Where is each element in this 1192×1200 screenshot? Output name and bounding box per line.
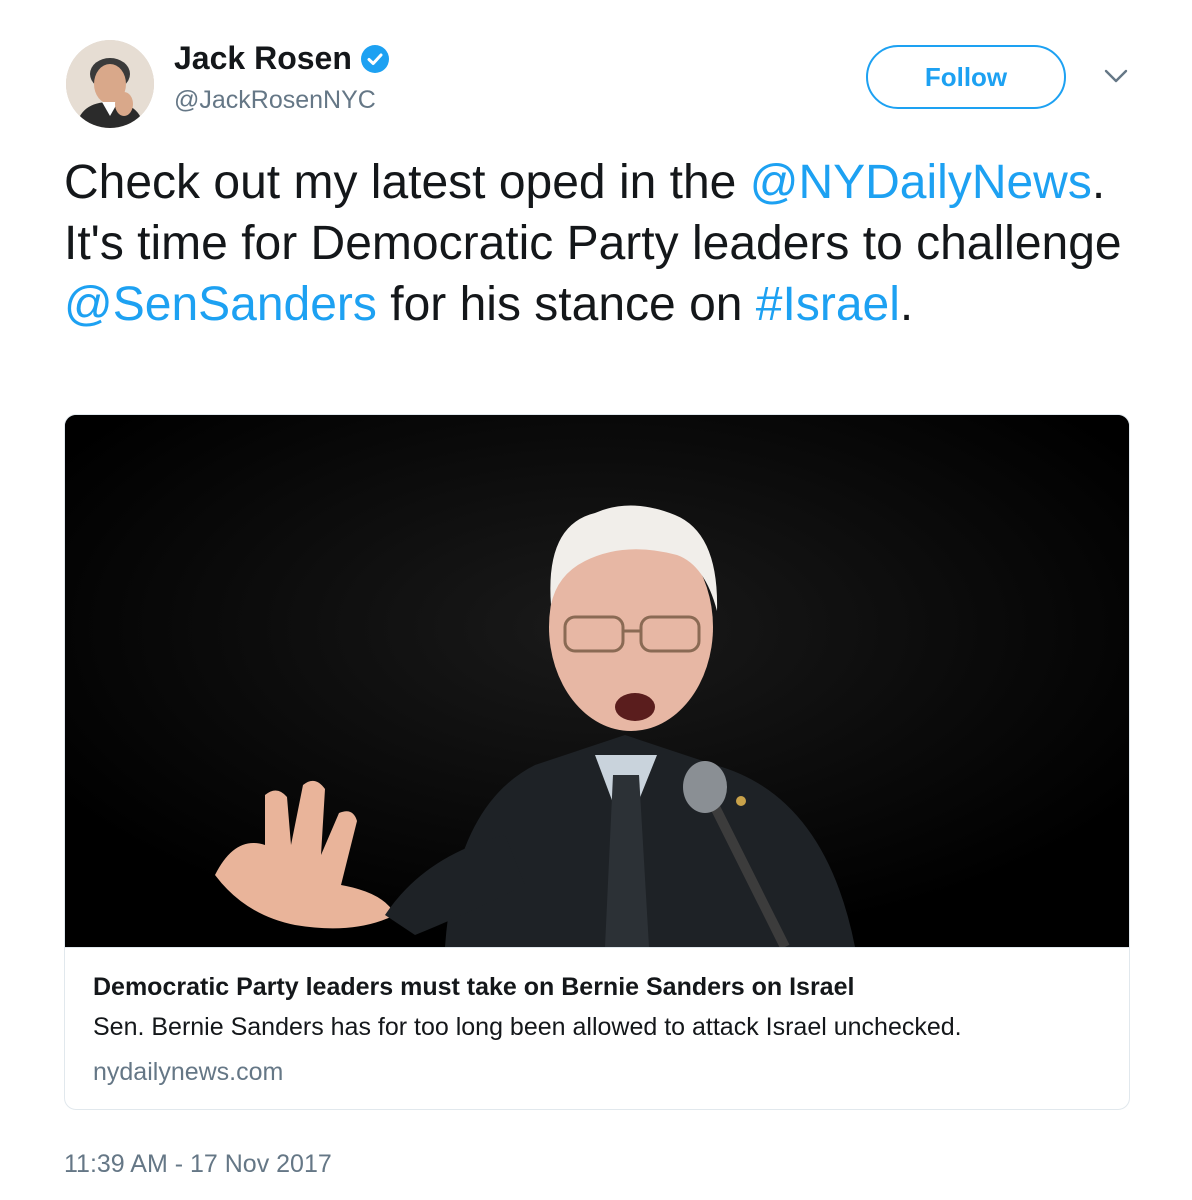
author-avatar[interactable] [66,40,154,128]
card-domain: nydailynews.com [93,1058,284,1086]
author-name[interactable]: Jack Rosen [174,40,352,77]
chevron-down-icon[interactable] [1102,66,1130,86]
card-title[interactable]: Democratic Party leaders must take on Be… [93,973,854,1002]
verified-badge-icon [360,44,389,73]
tweet-text-segment: . [899,278,914,331]
author-name-row[interactable]: Jack Rosen [174,40,390,77]
tweet-timestamp[interactable]: 11:39 AM - 17 Nov 2017 [64,1150,332,1179]
avatar-photo-icon [66,40,154,128]
mention-link[interactable]: @NYDailyNews [750,156,1092,209]
card-description: Sen. Bernie Sanders has for too long bee… [93,1013,962,1041]
tweet-text-segment: Check out my latest oped in the [64,156,750,209]
card-image[interactable] [65,415,1129,948]
tweet-text: Check out my latest oped in the @NYDaily… [64,152,1154,335]
author-handle[interactable]: @JackRosenNYC [174,86,376,115]
article-photo-icon [65,415,1129,947]
tweet-text-segment: for his stance on [376,278,756,331]
hashtag-link[interactable]: #Israel [756,278,900,331]
follow-button[interactable]: Follow [866,45,1066,109]
mention-link[interactable]: @SenSanders [64,278,377,331]
link-card[interactable]: Democratic Party leaders must take on Be… [64,414,1130,1110]
